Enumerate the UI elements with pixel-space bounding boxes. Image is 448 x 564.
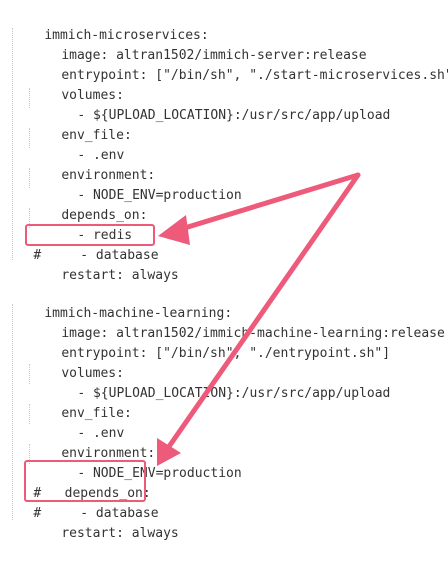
yaml-punct: ] bbox=[382, 346, 391, 361]
code-line-svc2-key: immich-machine-learning: bbox=[13, 284, 232, 321]
yaml-punct: : bbox=[139, 208, 148, 223]
code-line-svc1-depends-redis: - redis bbox=[46, 206, 132, 243]
yaml-value: ${UPLOAD_LOCATION}:/usr/src/app/upload bbox=[92, 386, 391, 401]
code-line-svc1-env-file: env_file: bbox=[30, 106, 131, 143]
yaml-punct: : bbox=[116, 526, 132, 541]
yaml-punct: : [ bbox=[139, 346, 164, 361]
code-line-svc2-volume-item: - ${UPLOAD_LOCATION}:/usr/src/app/upload bbox=[46, 364, 390, 401]
yaml-value: ${UPLOAD_LOCATION}:/usr/src/app/upload bbox=[92, 108, 391, 123]
code-line-svc1-environment: environment: bbox=[30, 146, 155, 183]
code-line-svc2-env-file: env_file: bbox=[30, 384, 131, 421]
yaml-value: always bbox=[131, 526, 179, 541]
yaml-punct: : bbox=[123, 406, 132, 421]
yaml-string: "/bin/sh" bbox=[163, 346, 234, 361]
yaml-punct: : bbox=[123, 128, 132, 143]
yaml-punct: , bbox=[233, 346, 250, 361]
yaml-string: "/bin/sh" bbox=[163, 68, 234, 83]
yaml-string: "./entrypoint.sh" bbox=[249, 346, 383, 361]
annotation-highlight-box bbox=[25, 224, 155, 246]
code-line-svc2-environment: environment: bbox=[30, 424, 155, 461]
annotation-highlight-box bbox=[24, 460, 146, 502]
code-line-svc2-volumes: volumes: bbox=[30, 344, 124, 381]
yaml-key: restart bbox=[61, 268, 117, 283]
code-line-svc2-restart: restart: always bbox=[30, 504, 178, 541]
yaml-punct: , bbox=[233, 68, 250, 83]
code-line-svc1-volume-item: - ${UPLOAD_LOCATION}:/usr/src/app/upload bbox=[46, 86, 390, 123]
yaml-punct: : [ bbox=[139, 68, 164, 83]
code-line-svc1-volumes: volumes: bbox=[30, 66, 124, 103]
code-line-svc1-entrypoint: entrypoint: ["/bin/sh", "./start-microse… bbox=[30, 46, 448, 83]
code-editor: immich-microservices: image: altran1502/… bbox=[0, 0, 448, 541]
code-line-svc1-key: immich-microservices: bbox=[13, 6, 208, 43]
code-line-svc1-environment-item: - NODE_ENV=production bbox=[46, 166, 241, 203]
code-line-svc2-image: image: altran1502/immich-machine-learnin… bbox=[30, 304, 445, 341]
yaml-punct: : bbox=[116, 268, 132, 283]
code-line-svc1-env-file-item: - .env bbox=[46, 126, 124, 163]
code-line-svc1-restart: restart: always bbox=[30, 246, 178, 283]
code-line-svc1-depends-on: depends_on: bbox=[30, 186, 147, 223]
yaml-value: always bbox=[131, 268, 179, 283]
code-line-svc1-image: image: altran1502/immich-server:release bbox=[30, 26, 366, 63]
yaml-string: "./start-microservices.sh" bbox=[249, 68, 448, 83]
code-line-svc2-entrypoint: entrypoint: ["/bin/sh", "./entrypoint.sh… bbox=[30, 324, 390, 361]
code-line-svc2-env-file-item: - .env bbox=[46, 404, 124, 441]
yaml-key: restart bbox=[61, 526, 117, 541]
